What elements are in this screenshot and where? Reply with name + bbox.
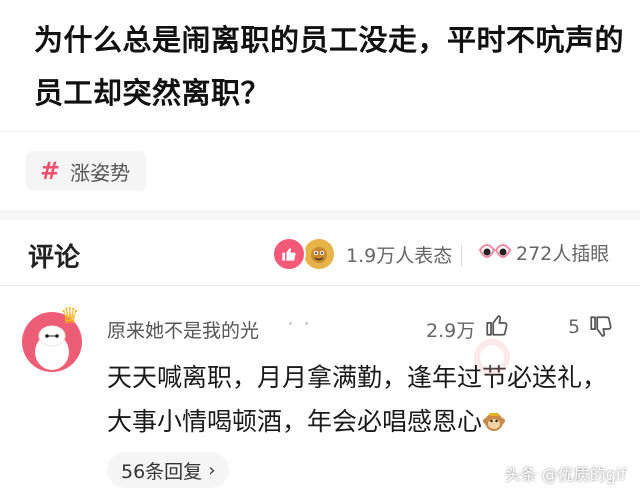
thumb-up-icon[interactable] — [484, 312, 510, 338]
comment-username[interactable]: 原来她不是我的光 — [107, 316, 259, 343]
question-title[interactable]: 为什么总是闹离职的员工没走，平时不吭声的员工却突然离职？ — [34, 14, 634, 120]
replies-label: 56条回复 — [121, 460, 203, 483]
header-divider — [461, 244, 462, 266]
reactions-summary[interactable]: 1.9万人表态 — [272, 237, 452, 271]
user-avatar[interactable]: ♛ — [22, 306, 88, 372]
monkey-emoji-icon — [483, 413, 506, 431]
comment-dislike-count: 5 — [568, 316, 581, 338]
thumb-down-icon[interactable] — [588, 314, 614, 340]
reactions-count: 1.9万人表态 — [346, 244, 453, 267]
topic-label: 涨姿势 — [70, 160, 131, 185]
emoji-reaction-icon — [302, 237, 336, 271]
comment-text: 天天喊离职，月月拿满勤，逢年过节必送礼，大事小情喝顿酒，年会必唱感恩心 — [107, 363, 608, 436]
source-watermark: 头条 @优质的gif — [504, 465, 626, 484]
hash-icon: # — [40, 157, 61, 185]
crown-icon: ♛ — [60, 304, 80, 329]
chevron-right-icon: › — [208, 459, 216, 481]
section-divider — [0, 210, 640, 220]
comments-header: 评论 1.9万人表态 272人插眼 — [0, 220, 640, 286]
user-badge-dots: · · — [288, 314, 313, 333]
eyes-icon[interactable] — [478, 238, 512, 268]
view-replies-button[interactable]: 56条回复 › — [107, 452, 230, 488]
illustrations-count: 272人插眼 — [516, 243, 610, 265]
question-card: 为什么总是闹离职的员工没走，平时不吭声的员工却突然离职？ — [0, 0, 640, 132]
comment-body: 天天喊离职，月月拿满勤，逢年过节必送礼，大事小情喝顿酒，年会必唱感恩心 — [107, 356, 627, 444]
comments-title: 评论 — [28, 243, 81, 273]
topic-tag[interactable]: # 涨姿势 — [26, 151, 147, 191]
watermark-logo-icon — [474, 339, 510, 375]
like-reaction-icon — [272, 237, 306, 271]
